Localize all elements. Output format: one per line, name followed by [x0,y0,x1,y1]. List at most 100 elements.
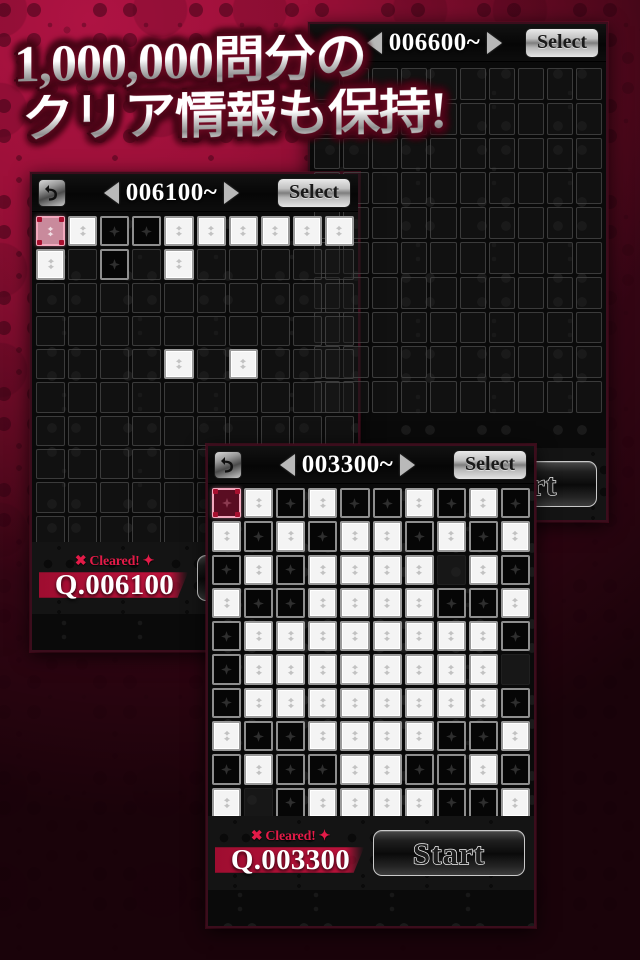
grid-cell-unset[interactable] [100,315,130,347]
grid-cell-unset[interactable] [260,382,290,413]
grid-cell-white[interactable] [276,621,306,652]
grid-cell-white[interactable] [212,587,242,619]
grid-cell-unset[interactable] [517,172,544,205]
grid-cell-unset[interactable] [459,207,486,239]
grid-cell-unset[interactable] [68,415,98,447]
grid-cell-unset[interactable] [292,315,322,347]
grid-cell-white[interactable] [244,654,274,685]
grid-cell-white[interactable] [212,721,242,752]
grid-cell-unset[interactable] [488,172,515,205]
grid-cell-black[interactable] [468,521,498,552]
grid-cell-white[interactable] [308,654,338,685]
grid-cell-white[interactable] [292,216,322,247]
grid-cell-unset[interactable] [546,381,573,413]
puzzle-grid[interactable] [212,488,530,818]
grid-cell-white[interactable] [324,216,354,247]
grid-cell-black[interactable] [212,654,242,685]
grid-cell-unset[interactable] [260,315,290,347]
grid-cell-white[interactable] [340,554,370,585]
grid-cell-unset[interactable] [430,346,457,379]
grid-cell-white[interactable] [260,216,290,247]
grid-cell-unset[interactable] [132,249,162,280]
grid-cell-unset[interactable] [314,137,341,170]
grid-cell-unset[interactable] [36,415,66,447]
grid-cell-unset[interactable] [100,382,130,413]
grid-cell-white[interactable] [436,687,466,719]
grid-cell-black[interactable] [436,488,466,519]
grid-cell-unset[interactable] [68,315,98,347]
puzzle-panel-front[interactable]: 003300~ Select ✖ Cleared! ✦ Q.003300 Sta… [206,444,536,928]
grid-cell-unset[interactable] [164,449,194,480]
grid-cell-white[interactable] [404,587,434,619]
grid-cell-black[interactable] [500,621,530,652]
grid-cell-unset[interactable] [228,315,258,347]
grid-cell-white[interactable] [308,721,338,752]
grid-cell-unset[interactable] [292,282,322,313]
grid-cell-white[interactable] [308,787,338,818]
grid-cell-black[interactable] [212,621,242,652]
grid-cell-unset[interactable] [68,349,98,380]
grid-cell-cursor[interactable] [36,216,66,247]
grid-cell-white[interactable] [244,621,274,652]
grid-cell-white[interactable] [36,249,66,280]
grid-cell-white[interactable] [244,687,274,719]
grid-cell-white[interactable] [244,488,274,519]
grid-cell-unset[interactable] [430,137,457,170]
grid-cell-unset[interactable] [430,276,457,309]
grid-cell-white[interactable] [404,488,434,519]
grid-cell-white[interactable] [340,754,370,785]
grid-cell-empty[interactable] [244,787,274,818]
grid-cell-unset[interactable] [292,415,322,447]
grid-cell-black[interactable] [436,587,466,619]
grid-cell-white[interactable] [276,687,306,719]
grid-cell-unset[interactable] [517,102,544,135]
grid-cell-unset[interactable] [575,346,602,379]
grid-cell-unset[interactable] [575,137,602,170]
grid-cell-unset[interactable] [430,172,457,205]
grid-cell-unset[interactable] [314,68,341,100]
grid-cell-unset[interactable] [575,241,602,274]
grid-cell-black[interactable] [500,687,530,719]
grid-cell-black[interactable] [500,554,530,585]
grid-cell-unset[interactable] [164,315,194,347]
grid-cell-unset[interactable] [459,172,486,205]
grid-cell-white[interactable] [372,521,402,552]
grid-cell-white[interactable] [340,521,370,552]
grid-cell-unset[interactable] [372,381,399,413]
grid-cell-unset[interactable] [36,449,66,480]
grid-cell-unset[interactable] [575,381,602,413]
grid-cell-black[interactable] [468,587,498,619]
grid-cell-white[interactable] [164,349,194,380]
arrow-left-icon[interactable] [366,31,382,54]
grid-cell-unset[interactable] [260,349,290,380]
grid-cell-black[interactable] [276,587,306,619]
grid-cell-black[interactable] [100,216,130,247]
grid-cell-white[interactable] [404,654,434,685]
grid-cell-black[interactable] [244,587,274,619]
grid-cell-unset[interactable] [401,241,428,274]
grid-cell-unset[interactable] [430,311,457,344]
grid-cell-unset[interactable] [546,241,573,274]
grid-cell-white[interactable] [308,488,338,519]
grid-cell-black[interactable] [500,754,530,785]
grid-cell-empty[interactable] [436,554,466,585]
grid-cell-unset[interactable] [401,276,428,309]
grid-cell-unset[interactable] [401,172,428,205]
grid-cell-unset[interactable] [132,415,162,447]
grid-cell-unset[interactable] [132,382,162,413]
grid-cell-white[interactable] [164,216,194,247]
grid-cell-white[interactable] [372,654,402,685]
arrow-left-icon[interactable] [279,453,295,476]
grid-cell-unset[interactable] [372,68,399,100]
grid-cell-unset[interactable] [488,102,515,135]
grid-cell-white[interactable] [468,754,498,785]
grid-cell-black[interactable] [468,787,498,818]
grid-cell-unset[interactable] [488,381,515,413]
grid-cell-unset[interactable] [517,276,544,309]
grid-cell-black[interactable] [308,521,338,552]
grid-cell-unset[interactable] [372,207,399,239]
grid-cell-unset[interactable] [196,315,226,347]
grid-cell-unset[interactable] [546,311,573,344]
arrow-right-icon[interactable] [487,31,503,54]
grid-cell-unset[interactable] [401,207,428,239]
